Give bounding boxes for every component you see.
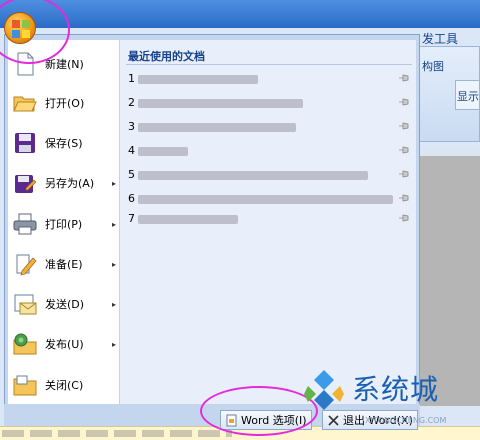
submenu-arrow-icon: ▸ bbox=[112, 259, 117, 269]
submenu-arrow-icon: ▸ bbox=[112, 299, 117, 309]
menu-item-publish[interactable]: 发布(U) ▸ bbox=[8, 327, 120, 361]
menu-item-label: 发布(U) bbox=[45, 338, 84, 351]
recent-document-name-blurred bbox=[138, 215, 238, 224]
watermark-url: XITONGCHENG.COM bbox=[365, 416, 447, 425]
recent-document-number: 6 bbox=[128, 192, 135, 205]
recent-document-name-blurred bbox=[138, 195, 393, 204]
annotation-circle-word-options bbox=[200, 386, 318, 436]
menu-item-prepare[interactable]: 准备(E) ▸ bbox=[8, 247, 120, 281]
publish-icon bbox=[13, 333, 37, 355]
recent-document-name-blurred bbox=[138, 123, 296, 132]
divider bbox=[126, 64, 412, 65]
recent-document-number: 7 bbox=[128, 212, 135, 225]
pin-icon[interactable] bbox=[398, 145, 410, 155]
recent-document-number: 1 bbox=[128, 72, 135, 85]
recent-document-item[interactable]: 1 bbox=[128, 71, 412, 87]
menu-item-save-as[interactable]: 另存为(A) ▸ bbox=[8, 166, 120, 200]
menu-item-save[interactable]: 保存(S) bbox=[8, 126, 120, 160]
menu-item-label: 打印(P) bbox=[45, 218, 83, 231]
watermark-logo-icon bbox=[304, 370, 344, 410]
save-disk-icon bbox=[15, 133, 35, 153]
pin-icon[interactable] bbox=[398, 169, 410, 179]
watermark-brand: 系统城 bbox=[352, 373, 440, 406]
ruler bbox=[418, 148, 480, 156]
pin-icon[interactable] bbox=[398, 73, 410, 83]
status-text-blurred bbox=[2, 430, 232, 437]
recent-document-name-blurred bbox=[138, 99, 303, 108]
submenu-arrow-icon: ▸ bbox=[112, 178, 117, 188]
pin-icon[interactable] bbox=[398, 97, 410, 107]
menu-item-close[interactable]: 关闭(C) bbox=[8, 368, 120, 402]
menu-item-label: 发送(D) bbox=[45, 298, 85, 311]
menu-item-label: 准备(E) bbox=[45, 258, 83, 271]
menu-item-send[interactable]: 发送(D) ▸ bbox=[8, 287, 120, 321]
open-folder-icon bbox=[13, 96, 37, 112]
title-bar bbox=[0, 0, 480, 28]
recent-document-name-blurred bbox=[138, 75, 258, 84]
pin-icon[interactable] bbox=[398, 213, 410, 223]
menu-item-label: 打开(O) bbox=[45, 97, 85, 110]
recent-document-item[interactable]: 4 bbox=[128, 143, 412, 159]
recent-document-number: 4 bbox=[128, 144, 135, 157]
recent-document-number: 2 bbox=[128, 96, 135, 109]
menu-item-open[interactable]: 打开(O) bbox=[8, 86, 120, 120]
save-as-icon bbox=[15, 175, 37, 193]
recent-document-number: 3 bbox=[128, 120, 135, 133]
recent-document-item[interactable]: 2 bbox=[128, 95, 412, 111]
pin-icon[interactable] bbox=[398, 121, 410, 131]
recent-document-item[interactable]: 3 bbox=[128, 119, 412, 135]
recent-document-name-blurred bbox=[138, 171, 368, 180]
menu-item-label: 另存为(A) bbox=[45, 177, 95, 190]
submenu-arrow-icon: ▸ bbox=[112, 219, 117, 229]
menu-item-label: 保存(S) bbox=[45, 137, 83, 150]
tab-developer[interactable]: 发工具 bbox=[422, 30, 458, 47]
recent-documents-title: 最近使用的文档 bbox=[128, 50, 205, 63]
recent-document-item[interactable]: 5 bbox=[128, 167, 412, 183]
close-folder-icon bbox=[13, 375, 37, 396]
exit-x-icon bbox=[328, 415, 339, 426]
send-mail-icon bbox=[14, 294, 37, 315]
recent-document-name-blurred bbox=[138, 147, 188, 156]
recent-document-item[interactable]: 7 bbox=[128, 211, 412, 227]
ribbon-button-label: 显示 bbox=[457, 90, 479, 103]
printer-icon bbox=[13, 213, 37, 235]
prepare-pencil-icon bbox=[16, 254, 37, 276]
submenu-arrow-icon: ▸ bbox=[112, 339, 117, 349]
screenshot-stage: { "ribbon": { "tab_label": "发工具", "group… bbox=[0, 0, 480, 440]
ribbon-group-label: 构图 bbox=[422, 60, 444, 73]
menu-item-label: 关闭(C) bbox=[45, 379, 84, 392]
recent-document-number: 5 bbox=[128, 168, 135, 181]
pin-icon[interactable] bbox=[398, 193, 410, 203]
menu-item-print[interactable]: 打印(P) ▸ bbox=[8, 207, 120, 241]
recent-document-item[interactable]: 6 bbox=[128, 191, 412, 207]
